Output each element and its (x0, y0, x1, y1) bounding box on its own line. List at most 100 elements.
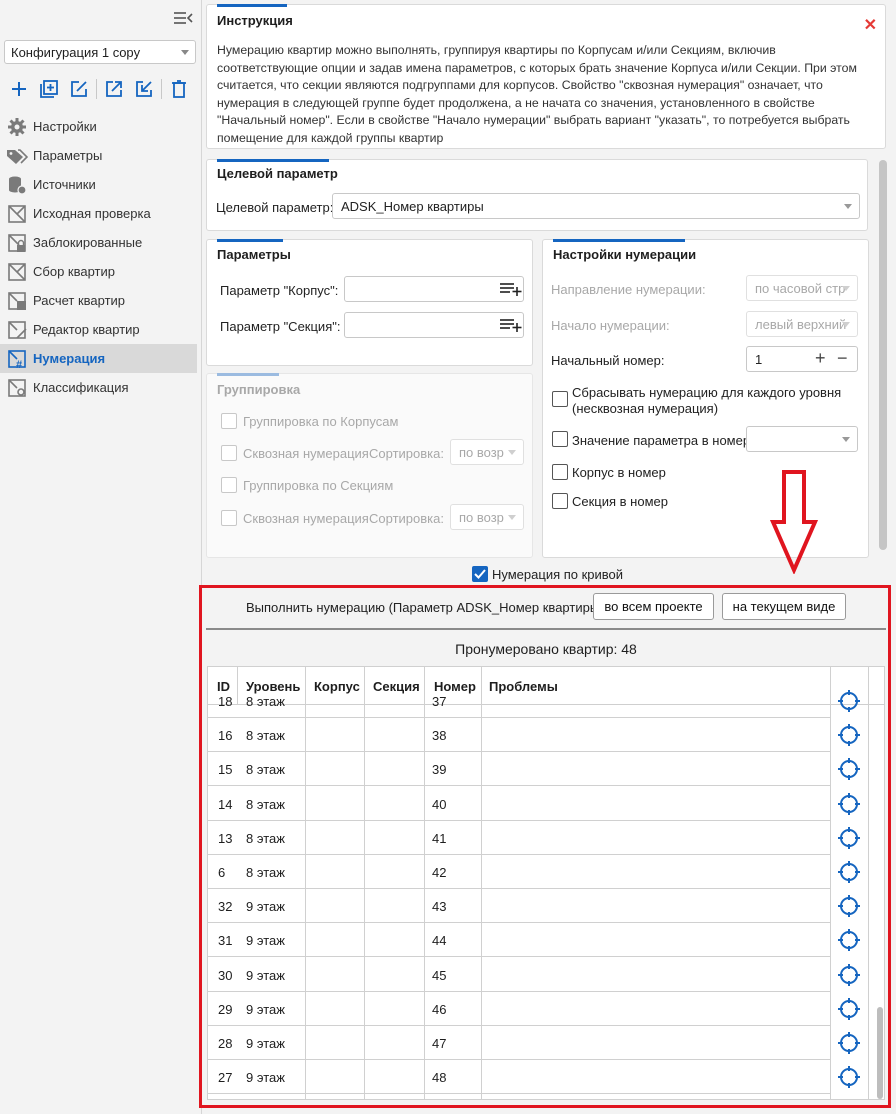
crosshair-icon[interactable] (838, 758, 860, 781)
cell-id: 31 (218, 933, 233, 949)
korpus-in-number-checkbox[interactable] (552, 464, 568, 480)
sidebar-item-6[interactable]: Расчет квартир (0, 286, 197, 315)
cell-level: 9 этаж (246, 1001, 285, 1017)
number-current-view-button[interactable]: на текущем виде (722, 593, 846, 620)
crosshair-icon[interactable] (838, 861, 860, 883)
curve-numbering-checkbox[interactable] (472, 566, 488, 582)
table-row[interactable]: 29 9 этаж 46 (208, 992, 830, 1026)
sidebar-nav: Настройки Параметры Источники Исходная пров… (0, 112, 197, 402)
cell-level: 9 этаж (246, 899, 285, 915)
settings-scrollbar[interactable] (879, 160, 887, 550)
cell-level: 9 этаж (246, 1036, 285, 1051)
table-row[interactable]: 27 9 этаж 48 (208, 1060, 830, 1095)
sidebar-item-8[interactable]: # Нумерация (0, 344, 197, 373)
section-param-input[interactable] (344, 312, 524, 338)
start-label: Начало нумерации: (551, 318, 670, 333)
section-in-number-label: Секция в номер (572, 494, 668, 509)
direction-select[interactable]: по часовой стр (746, 275, 858, 301)
table-row[interactable]: 28 9 этаж 47 (208, 1026, 830, 1060)
cell-id: 15 (218, 762, 233, 778)
instruction-text: Нумерацию квартир можно выполнять, групп… (217, 43, 857, 145)
sidebar-item-4[interactable]: Заблокированные (0, 228, 197, 257)
config-select[interactable]: Конфигурация 1 copy (4, 40, 196, 64)
through-numbering-1-label: Сквозная нумерация (243, 446, 369, 461)
table-row[interactable]: 31 9 этаж 44 (208, 923, 830, 958)
cell-id: 29 (218, 1001, 233, 1017)
add-list-icon[interactable] (500, 318, 522, 335)
cell-level: 8 этаж (246, 796, 285, 812)
param-value-checkbox[interactable] (552, 431, 568, 447)
through-numbering-1-checkbox[interactable] (221, 445, 237, 461)
collapse-menu-icon[interactable] (172, 9, 194, 27)
copy-add-icon[interactable] (34, 76, 64, 102)
number-whole-project-button[interactable]: во всем проекте (593, 593, 714, 620)
crosshair-icon[interactable] (838, 895, 860, 918)
crosshair-icon[interactable] (838, 724, 860, 747)
edit-icon[interactable] (64, 76, 94, 102)
crosshair-icon[interactable] (838, 997, 860, 1020)
crosshair-icon[interactable] (838, 792, 860, 815)
increment-icon[interactable]: + (815, 348, 826, 368)
crosshair-icon[interactable] (838, 929, 860, 952)
target-param-select[interactable]: ADSK_Номер квартиры (332, 193, 860, 219)
import-icon[interactable] (129, 76, 159, 102)
korpus-in-number-label: Корпус в номер (572, 465, 666, 480)
sidebar-item-3[interactable]: Исходная проверка (0, 199, 197, 228)
table-row[interactable]: 14 8 этаж 40 (208, 787, 830, 821)
start-number-value: 1 (755, 352, 763, 367)
add-list-icon[interactable] (500, 282, 522, 299)
instruction-panel: Инструкция ✕ Нумерацию квартир можно вып… (206, 4, 886, 149)
grouping-panel: Группировка Группировка по Корпусам Скво… (206, 373, 533, 558)
cell-num: 39 (432, 762, 447, 778)
crosshair-icon[interactable] (838, 1066, 860, 1089)
section-param-label: Параметр "Секция": (220, 319, 341, 334)
table-row[interactable]: 18 8 этаж 37 (208, 684, 830, 718)
add-icon[interactable] (4, 76, 34, 102)
group-by-section-checkbox[interactable] (221, 477, 237, 493)
table-row[interactable]: 15 8 этаж 39 (208, 752, 830, 787)
delete-icon[interactable] (164, 76, 194, 102)
target-param-value: ADSK_Номер квартиры (341, 199, 484, 214)
through-numbering-2-checkbox[interactable] (221, 510, 237, 526)
cell-id: 13 (218, 830, 233, 846)
cell-num: 41 (432, 830, 447, 846)
close-icon[interactable]: ✕ (864, 15, 877, 35)
sort-1-select[interactable]: по возр (450, 439, 524, 465)
cell-id: 30 (218, 967, 233, 983)
crosshair-icon[interactable] (838, 826, 860, 849)
param-value-select[interactable] (746, 426, 858, 452)
table-row[interactable]: 32 9 этаж 43 (208, 889, 830, 924)
decrement-icon[interactable]: − (837, 348, 848, 368)
table-row[interactable]: 13 8 этаж 41 (208, 821, 830, 855)
crosshair-icon[interactable] (838, 1032, 860, 1054)
cell-level: 8 этаж (246, 830, 285, 846)
result-text: Пронумеровано квартир: 48 (455, 641, 637, 657)
group-by-section-label: Группировка по Секциям (243, 478, 394, 493)
crosshair-icon[interactable] (838, 963, 860, 986)
korpus-param-input[interactable] (344, 276, 524, 302)
group-by-korpus-checkbox[interactable] (221, 413, 237, 429)
start-number-input[interactable]: 1 + − (746, 346, 858, 372)
sidebar-item-9[interactable]: Классификация (0, 373, 197, 402)
cell-level: 9 этаж (246, 1070, 285, 1086)
export-icon[interactable] (99, 76, 129, 102)
cell-num: 46 (432, 1001, 447, 1017)
sidebar-item-5[interactable]: Сбор квартир (0, 257, 197, 286)
crosshair-icon[interactable] (838, 690, 860, 712)
sidebar-item-2[interactable]: Источники (0, 170, 197, 199)
table-row[interactable]: 6 8 этаж 42 (208, 855, 830, 889)
database-icon (6, 175, 28, 195)
table-row[interactable]: 16 8 этаж 38 (208, 718, 830, 753)
cell-level: 8 этаж (246, 694, 285, 709)
sidebar-item-0[interactable]: Настройки (0, 112, 197, 141)
sidebar-item-1[interactable]: Параметры (0, 141, 197, 170)
sort-2-select[interactable]: по возр (450, 504, 524, 530)
table-scrollbar[interactable] (877, 1007, 883, 1099)
start-select[interactable]: левый верхний (746, 311, 858, 337)
sidebar-item-label: Сбор квартир (33, 264, 115, 279)
reset-numbering-checkbox[interactable] (552, 391, 568, 407)
table-row[interactable]: 30 9 этаж 45 (208, 958, 830, 992)
params-panel: Параметры Параметр "Корпус": Параметр "С… (206, 239, 533, 366)
section-in-number-checkbox[interactable] (552, 493, 568, 509)
sidebar-item-7[interactable]: Редактор квартир (0, 315, 197, 344)
